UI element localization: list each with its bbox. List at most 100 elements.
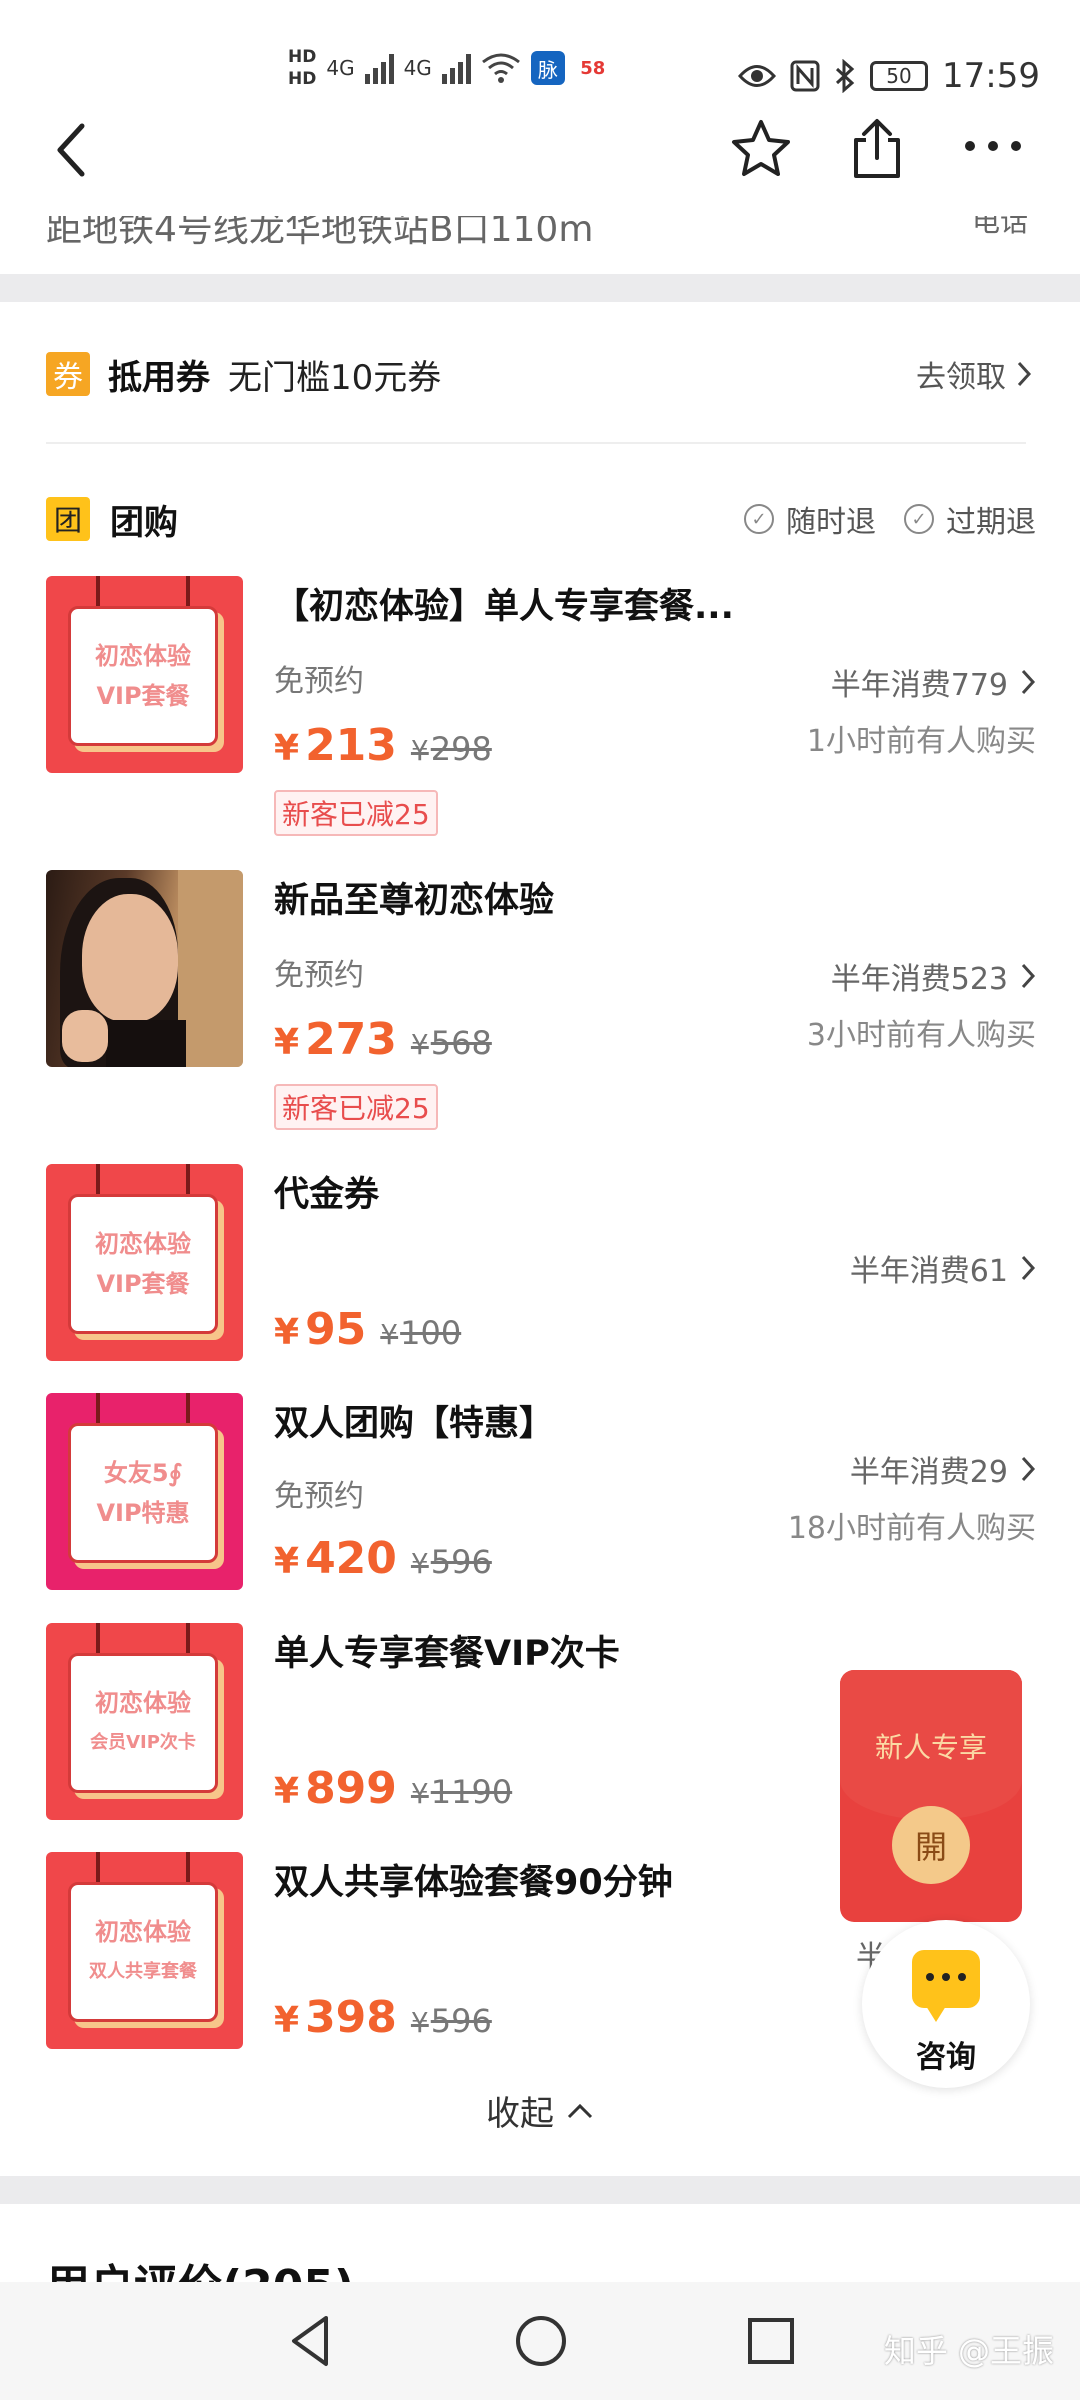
status-bar: HD HD 4G 4G 脉 58 50 17:59: [0, 0, 1080, 110]
coupon-claim-button[interactable]: 去领取: [916, 352, 1032, 396]
new-customer-tag: 新客已减25: [274, 1084, 438, 1130]
app58-icon: 58: [580, 57, 606, 79]
check-circle-icon: ✓: [744, 504, 774, 534]
divider: [46, 442, 1026, 444]
deal-thumbnail: 女友5∮ VIP特惠: [46, 1393, 243, 1590]
new-user-red-packet[interactable]: 新人专享 開: [840, 1670, 1022, 1922]
deal-recent-purchase: 18小时前有人购买: [787, 1511, 1036, 1546]
deal-title: 代金券: [274, 1175, 380, 1215]
coupon-title: 抵用券: [108, 357, 210, 398]
deal-booking: 免预约: [274, 1479, 364, 1514]
deal-item[interactable]: 新品至尊初恋体验 免预约 ¥273 ¥568 新客已减25 半年消费523 3小时…: [46, 870, 1036, 1132]
packet-open-button[interactable]: 開: [892, 1806, 970, 1884]
favorite-star-icon[interactable]: [730, 118, 792, 180]
check-circle-icon: ✓: [904, 504, 934, 534]
currency: ¥: [410, 734, 429, 767]
price-value: 213: [305, 720, 397, 771]
status-time: 17:59: [942, 56, 1040, 96]
photo-wall: [178, 870, 243, 1067]
original-price: ¥568: [411, 1024, 492, 1062]
battery-level: 50: [886, 64, 912, 88]
thumb-card: 初恋体验 VIP套餐: [68, 606, 218, 746]
signal-1-icon: [364, 52, 394, 84]
deal-item[interactable]: 初恋体验 VIP套餐 代金券 ¥95 ¥100 半年消费61: [46, 1164, 1036, 1364]
thumb-line2: 双人共享套餐: [89, 1961, 197, 1982]
collapse-button[interactable]: 收起: [0, 2086, 1080, 2135]
chevron-right-icon: [1021, 1255, 1036, 1281]
packet-label: 新人专享: [874, 1731, 987, 1764]
network-2-label: 4G: [403, 56, 432, 80]
price-value: 273: [305, 1014, 397, 1065]
collapse-label: 收起: [486, 2094, 554, 2134]
phone-link[interactable]: 电话: [972, 216, 1028, 240]
signal-2-icon: [441, 52, 471, 84]
badge-label: 过期退: [946, 505, 1036, 540]
nav-recents-square-icon[interactable]: [736, 2306, 806, 2376]
photo-lace: [106, 1020, 186, 1067]
hd1-label: HD: [288, 47, 317, 67]
bluetooth-icon: [835, 59, 855, 93]
currency: ¥: [410, 1777, 429, 1810]
deal-price: ¥273 ¥568: [274, 1014, 492, 1065]
share-icon[interactable]: [848, 116, 906, 180]
sales-label: 半年消费61: [849, 1254, 1008, 1289]
currency: ¥: [274, 1022, 300, 1063]
more-icon[interactable]: [962, 126, 1024, 166]
deal-sales: 半年消费779: [831, 660, 1036, 704]
currency: ¥: [380, 1318, 399, 1351]
nav-home-circle-icon[interactable]: [506, 2306, 576, 2376]
deal-thumbnail: 初恋体验 双人共享套餐: [46, 1852, 243, 2049]
system-nav-bar: 知乎 @王振: [0, 2282, 1080, 2400]
watermark: 知乎 @王振: [883, 2332, 1054, 2370]
status-right: 50 17:59: [738, 56, 1040, 96]
deal-thumbnail: 初恋体验 VIP套餐: [46, 576, 243, 773]
maimai-app-icon: 脉: [530, 51, 565, 85]
back-icon[interactable]: [48, 120, 98, 180]
badge-refund-expired: ✓ 过期退: [904, 497, 1036, 541]
deal-item[interactable]: 初恋体验 VIP套餐 【初恋体验】单人专享套餐... 免预约 ¥213 ¥298 新…: [46, 576, 1036, 836]
currency: ¥: [274, 2000, 300, 2041]
currency: ¥: [274, 1771, 300, 1812]
thumb-card: 初恋体验 双人共享套餐: [68, 1882, 218, 2022]
currency: ¥: [410, 2006, 429, 2039]
nfc-icon: [790, 60, 820, 92]
currency: ¥: [410, 1028, 429, 1061]
thumb-card: 初恋体验 会员VIP次卡: [68, 1653, 218, 1793]
price-value: 398: [305, 1992, 397, 2043]
chevron-right-icon: [1021, 963, 1036, 989]
orig-value: 298: [430, 730, 492, 768]
nav-back-triangle-icon[interactable]: [276, 2306, 346, 2376]
currency: ¥: [274, 728, 300, 769]
new-customer-tag: 新客已减25: [274, 790, 438, 836]
thumb-line1: 初恋体验: [95, 642, 191, 670]
currency: ¥: [410, 1547, 429, 1580]
chevron-right-icon: [1021, 1456, 1036, 1482]
hd-indicator: HD HD: [288, 46, 316, 90]
consult-button[interactable]: 咨询: [862, 1920, 1030, 2088]
original-price: ¥100: [380, 1314, 461, 1352]
badge-label: 随时退: [786, 505, 876, 540]
deal-price: ¥398 ¥596: [274, 1992, 492, 2043]
chevron-up-icon: [567, 2103, 593, 2118]
status-left: HD HD 4G 4G 脉 58: [288, 46, 611, 90]
hd2-label: HD: [288, 69, 317, 89]
deal-thumbnail: 初恋体验 会员VIP次卡: [46, 1623, 243, 1820]
deal-title: 单人专享套餐VIP次卡: [274, 1634, 620, 1674]
coupon-row[interactable]: 券 抵用券 无门槛10元券 去领取: [46, 350, 1036, 398]
deal-price: ¥213 ¥298: [274, 720, 492, 771]
orig-value: 596: [430, 1543, 492, 1581]
badge-refund-anytime: ✓ 随时退: [744, 497, 876, 541]
photo-face: [82, 894, 178, 1022]
thumb-card: 女友5∮ VIP特惠: [68, 1423, 218, 1563]
deal-price: ¥420 ¥596: [274, 1533, 492, 1584]
refund-badges: ✓ 随时退 ✓ 过期退: [744, 497, 1036, 541]
coupon-claim-label: 去领取: [916, 360, 1006, 395]
group-buy-tag-icon: 团: [46, 497, 90, 541]
original-price: ¥596: [411, 1543, 492, 1581]
deal-price: ¥95 ¥100: [274, 1304, 461, 1355]
sales-label: 半年消费523: [830, 962, 1008, 997]
deal-sales: 半年消费61: [850, 1246, 1036, 1290]
deal-item[interactable]: 女友5∮ VIP特惠 双人团购【特惠】 免预约 ¥420 ¥596 半年消费29 1…: [46, 1393, 1036, 1593]
deal-recent-purchase: 3小时前有人购买: [806, 1018, 1036, 1053]
price-value: 95: [305, 1304, 367, 1355]
